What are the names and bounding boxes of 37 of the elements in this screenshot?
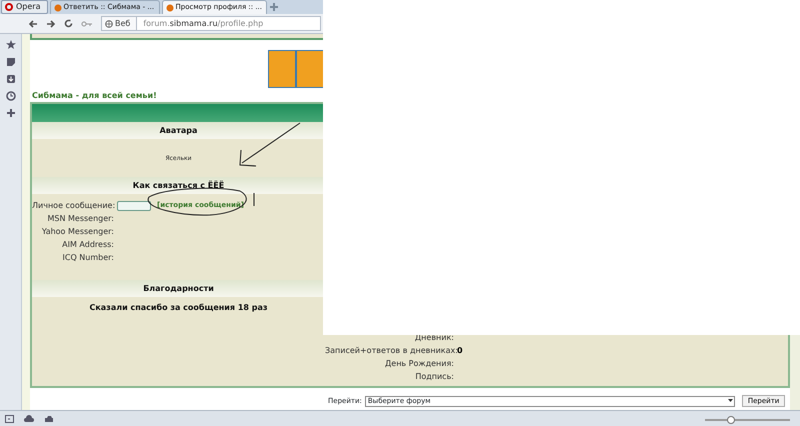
field-label: Записей+ответов в дневниках: [325, 344, 457, 356]
scrollbar-track[interactable] [790, 335, 800, 410]
clock-icon[interactable] [6, 91, 16, 101]
opera-menu-button[interactable]: Opera [1, 0, 48, 14]
field-label: AIM Address: [61, 238, 115, 250]
camera-icon[interactable] [44, 414, 54, 422]
dropdown-caret-icon [726, 396, 734, 404]
note-icon[interactable] [6, 57, 16, 67]
favicon-icon [166, 4, 174, 12]
section-heading: Благодарности [32, 280, 325, 297]
field-label: Yahoo Messenger: [40, 226, 115, 238]
back-arrow-icon[interactable] [28, 20, 38, 28]
plus-icon[interactable] [6, 108, 16, 118]
reload-icon[interactable] [64, 19, 73, 28]
panel-toggle-icon[interactable] [5, 414, 14, 422]
forward-arrow-icon[interactable] [46, 20, 56, 28]
favicon-icon [54, 4, 62, 12]
thanks-text: Сказали спасибо за сообщения 18 раз [89, 303, 268, 312]
download-icon[interactable] [6, 74, 16, 84]
cloud-icon[interactable] [24, 415, 34, 422]
pm-button[interactable] [117, 200, 151, 210]
banner-drawing [268, 50, 324, 88]
web-search-button[interactable]: Веб [101, 16, 138, 31]
field-label: MSN Messenger: [46, 212, 115, 224]
section-heading: Аватара [32, 122, 325, 139]
section-heading: Как связаться с ЁЁЁ [32, 177, 325, 194]
globe-icon [105, 20, 113, 28]
letter-o-logo-icon [5, 3, 13, 11]
address-field[interactable]: forum.sibmama.ru/profile.php [137, 16, 322, 31]
field-label: Подпись: [414, 370, 455, 382]
field-value: 0 [457, 344, 463, 356]
star-icon[interactable] [6, 40, 16, 50]
site-slogan: Сибмама - для всей семьи! [32, 91, 158, 100]
field-label: День Рождения: [384, 358, 455, 370]
hand-drawn-arrow [239, 122, 300, 166]
field-label: ICQ Number: [62, 252, 115, 264]
field-label: Личное сообщение: [32, 200, 116, 212]
